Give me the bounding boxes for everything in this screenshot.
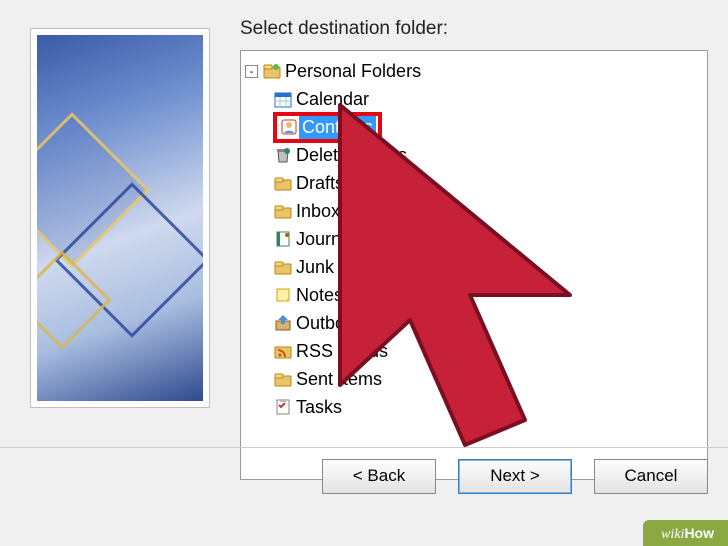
tree-node-label: RSS Feeds <box>293 340 391 363</box>
tree-node[interactable]: Sent Items <box>273 365 703 393</box>
tree-root-label: Personal Folders <box>282 60 424 83</box>
tree-node-label: Contacts <box>299 116 376 139</box>
folder-icon <box>273 369 293 389</box>
button-separator <box>0 447 728 448</box>
wikihow-watermark: wikiHow <box>643 520 728 546</box>
tree-node[interactable]: Tasks <box>273 393 703 421</box>
tree-node-label: Journal <box>293 228 358 251</box>
tree-node-label: Notes <box>293 284 346 307</box>
tree-node[interactable]: Contacts <box>273 113 703 141</box>
tree-node-label: Calendar <box>293 88 372 111</box>
folder-tree[interactable]: - Personal Folders Calendar Contacts Delet… <box>240 50 708 480</box>
collapse-button[interactable]: - <box>245 65 258 78</box>
tree-node[interactable]: Calendar <box>273 85 703 113</box>
tree-node-label: Outbox <box>293 312 357 335</box>
wizard-side-graphic-frame <box>30 28 210 408</box>
tree-node[interactable]: Notes <box>273 281 703 309</box>
tree-node[interactable]: Journal <box>273 225 703 253</box>
wizard-main-area: Select destination folder: - Personal Fo… <box>240 18 708 480</box>
tree-node-label: Deleted Items <box>293 144 410 167</box>
tree-node[interactable]: Inbox <box>273 197 703 225</box>
back-button[interactable]: < Back <box>322 459 436 494</box>
notes-icon <box>273 285 293 305</box>
tree-node-label: Drafts <box>293 172 347 195</box>
folder-icon <box>273 173 293 193</box>
journal-icon <box>273 229 293 249</box>
cancel-button[interactable]: Cancel <box>594 459 708 494</box>
tree-node-label: Tasks <box>293 396 345 419</box>
trash-icon <box>273 145 293 165</box>
tree-node[interactable]: Junk E-mail <box>273 253 703 281</box>
outbox-icon <box>273 313 293 333</box>
wizard-panel: Select destination folder: - Personal Fo… <box>0 0 728 490</box>
tree-node[interactable]: Outbox <box>273 309 703 337</box>
tutorial-highlight: Contacts <box>273 112 382 143</box>
tree-node[interactable]: RSS Feeds <box>273 337 703 365</box>
tree-node[interactable]: Drafts <box>273 169 703 197</box>
rss-icon <box>273 341 293 361</box>
personal-folders-icon <box>262 61 282 81</box>
tree-root-node[interactable]: - Personal Folders <box>245 57 703 85</box>
folder-icon <box>273 257 293 277</box>
calendar-icon <box>273 89 293 109</box>
folder-icon <box>273 201 293 221</box>
wizard-side-graphic <box>37 35 203 401</box>
tree-node-label: Inbox <box>293 200 343 223</box>
tree-node-label: Junk E-mail <box>293 256 393 279</box>
tree-node-label: Sent Items <box>293 368 385 391</box>
next-button[interactable]: Next > <box>458 459 572 494</box>
wizard-button-row: < Back Next > Cancel <box>250 456 708 496</box>
tasks-icon <box>273 397 293 417</box>
tree-node[interactable]: Deleted Items <box>273 141 703 169</box>
prompt-label: Select destination folder: <box>240 18 708 40</box>
contacts-icon <box>279 117 299 137</box>
